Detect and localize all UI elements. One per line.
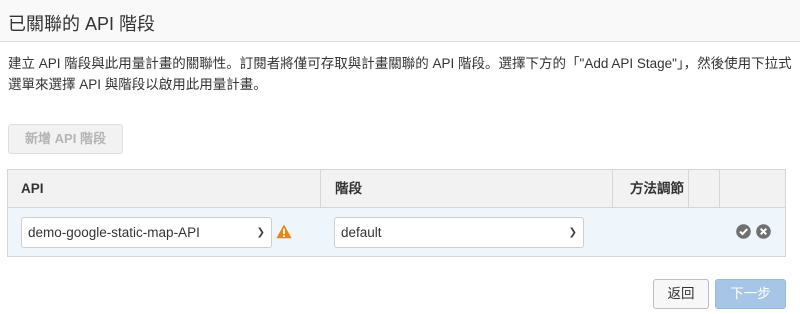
column-header-api: API [8, 170, 321, 208]
column-header-spacer [689, 170, 720, 208]
remove-x-icon[interactable] [756, 224, 771, 239]
stage-select[interactable]: default ❯ [334, 217, 584, 248]
add-api-stage-button[interactable]: 新增 API 階段 [8, 124, 123, 154]
api-select-value: demo-google-static-map-API [28, 225, 200, 240]
stage-select-value: default [341, 225, 382, 240]
column-header-stage: 階段 [321, 170, 613, 208]
api-stage-table: API 階段 方法調節 demo-google-static-map-API ❯… [7, 169, 786, 257]
chevron-down-icon: ❯ [256, 227, 265, 238]
page-header: 已關聯的 API 階段 [0, 0, 800, 42]
table-row: demo-google-static-map-API ❯ default ❯ [8, 208, 785, 256]
api-select[interactable]: demo-google-static-map-API ❯ [21, 217, 272, 248]
column-header-method-throttling: 方法調節 [613, 170, 689, 208]
table-header: API 階段 方法調節 [8, 170, 785, 208]
chevron-down-icon: ❯ [568, 227, 577, 238]
confirm-check-icon[interactable] [736, 224, 751, 239]
back-button[interactable]: 返回 [653, 279, 709, 309]
warning-icon [276, 224, 292, 239]
description-text: 建立 API 階段與此用量計畫的關聯性。訂閱者將僅可存取與計畫關聯的 API 階… [8, 56, 792, 92]
next-step-button[interactable]: 下一步 [715, 279, 786, 309]
page-title: 已關聯的 API 階段 [8, 14, 156, 34]
